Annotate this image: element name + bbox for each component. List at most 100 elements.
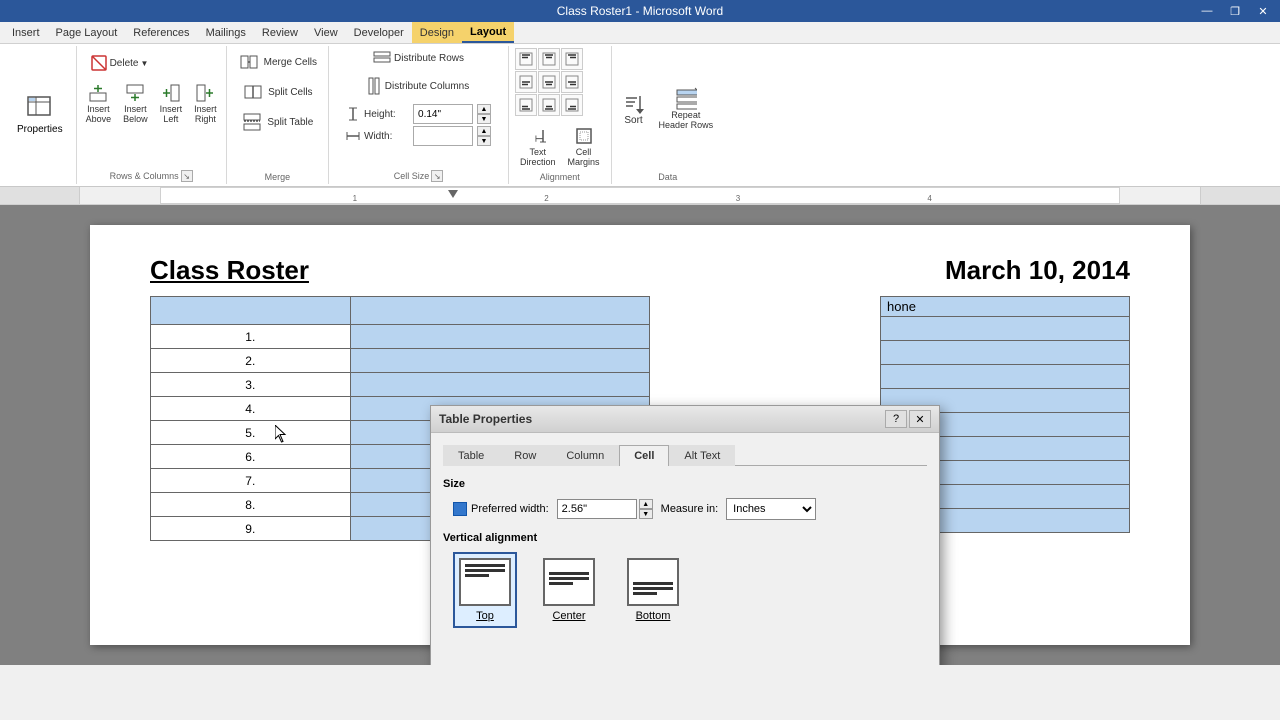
repeat-header-button[interactable]: RepeatHeader Rows — [654, 85, 719, 133]
menu-bar: Insert Page Layout References Mailings R… — [0, 22, 1280, 44]
distribute-rows-button[interactable]: Distribute Rows — [368, 48, 469, 68]
tab-alt-text[interactable]: Alt Text — [669, 445, 735, 466]
height-spinner: ▲ ▼ — [477, 104, 491, 124]
insert-above-button[interactable]: InsertAbove — [81, 79, 117, 127]
insert-right-button[interactable]: InsertRight — [189, 79, 222, 127]
alignment-grid — [515, 48, 583, 116]
preferred-width-spin-up[interactable]: ▲ — [639, 499, 653, 509]
insert-below-button[interactable]: InsertBelow — [118, 79, 153, 127]
align-top-option[interactable]: Top — [453, 552, 517, 628]
align-middle-right[interactable] — [561, 71, 583, 93]
ruler-mark-2: 2 — [544, 194, 548, 203]
cell-margins-button[interactable]: CellMargins — [563, 122, 605, 170]
minimize-button[interactable]: — — [1194, 2, 1220, 20]
height-row: Height: ▲ ▼ — [346, 104, 491, 124]
align-top-box — [459, 558, 511, 606]
group-properties-items: Properties — [10, 48, 70, 180]
cell-size-group-label: Cell Size ↘ — [394, 170, 444, 182]
dialog-tabs: Table Row Column Cell Alt Text — [443, 445, 927, 466]
menu-design[interactable]: Design — [412, 22, 462, 43]
tab-row[interactable]: Row — [499, 445, 551, 466]
align-top-center[interactable] — [538, 48, 560, 70]
align-middle-center[interactable] — [538, 71, 560, 93]
ribbon-group-data: Sort RepeatHeader Rows Data — [612, 46, 725, 184]
align-bottom-right[interactable] — [561, 94, 583, 116]
delete-button[interactable]: Delete ▼ — [81, 48, 156, 78]
height-spin-up[interactable]: ▲ — [477, 104, 491, 114]
align-center-lines — [549, 572, 589, 587]
size-section: Size Preferred width: ▲ ▼ — [443, 478, 927, 520]
measure-in-label: Measure in: — [661, 503, 718, 515]
height-spin-down[interactable]: ▼ — [477, 114, 491, 124]
preferred-width-row: Preferred width: ▲ ▼ Measure in: Inches — [443, 498, 927, 520]
repeat-header-label: RepeatHeader Rows — [659, 110, 714, 130]
width-spin-up[interactable]: ▲ — [477, 126, 491, 136]
width-input[interactable] — [413, 126, 473, 146]
distribute-rows-label: Distribute Rows — [394, 53, 464, 64]
cell-size-expand[interactable]: ↘ — [431, 170, 443, 182]
menu-references[interactable]: References — [125, 22, 197, 43]
align-middle-left[interactable] — [515, 71, 537, 93]
ruler: 1 2 3 4 — [0, 187, 1280, 205]
dialog-close-button[interactable]: ✕ — [909, 410, 931, 428]
ruler-mark-4: 4 — [927, 194, 931, 203]
properties-icon — [26, 93, 54, 124]
align-top-left[interactable] — [515, 48, 537, 70]
dialog-title: Table Properties — [439, 412, 532, 426]
merge-cells-icon — [238, 51, 260, 73]
align-bottom-lines — [633, 582, 673, 597]
split-cells-button[interactable]: Split Cells — [237, 78, 317, 106]
restore-button[interactable]: ❐ — [1222, 2, 1248, 20]
dialog-help-button[interactable]: ? — [885, 410, 907, 428]
split-table-icon — [241, 111, 263, 133]
dialog-spacer — [443, 636, 927, 665]
align-top-right[interactable] — [561, 48, 583, 70]
ribbon: Properties Delete ▼ — [0, 44, 1280, 187]
menu-insert[interactable]: Insert — [4, 22, 48, 43]
split-cells-label: Split Cells — [268, 87, 312, 98]
preferred-width-input[interactable] — [557, 499, 637, 519]
menu-developer[interactable]: Developer — [346, 22, 412, 43]
rows-cols-expand[interactable]: ↘ — [181, 170, 193, 182]
ruler-tab[interactable] — [448, 190, 458, 198]
text-direction-button[interactable]: T TextDirection — [515, 122, 561, 170]
align-center-box — [543, 558, 595, 606]
ribbon-group-cell-size: Distribute Rows Distribute Columns Heigh… — [329, 46, 509, 184]
insert-above-icon — [87, 82, 109, 104]
width-spin-down[interactable]: ▼ — [477, 136, 491, 146]
menu-mailings[interactable]: Mailings — [198, 22, 254, 43]
delete-dropdown-arrow[interactable]: ▼ — [140, 59, 148, 68]
distribute-cols-icon — [368, 77, 382, 95]
properties-label: Properties — [17, 124, 63, 135]
align-center-option[interactable]: Center — [537, 552, 601, 628]
menu-layout[interactable]: Layout — [462, 22, 514, 43]
properties-button[interactable]: Properties — [10, 88, 70, 140]
window-close-button[interactable]: ✕ — [1250, 2, 1276, 20]
preferred-width-checkbox[interactable] — [453, 502, 467, 516]
tab-column[interactable]: Column — [551, 445, 619, 466]
vertical-alignment-title: Vertical alignment — [443, 532, 927, 544]
align-bottom-left[interactable] — [515, 94, 537, 116]
split-table-button[interactable]: Split Table — [236, 108, 318, 136]
measure-in-select[interactable]: Inches Percent — [726, 498, 816, 520]
align-bottom-option[interactable]: Bottom — [621, 552, 685, 628]
preferred-width-spin-down[interactable]: ▼ — [639, 509, 653, 519]
preferred-width-spinner: ▲ ▼ — [639, 499, 653, 519]
height-input[interactable] — [413, 104, 473, 124]
align-bottom-center[interactable] — [538, 94, 560, 116]
tab-cell[interactable]: Cell — [619, 445, 669, 466]
width-icon — [346, 129, 360, 143]
rows-cols-group-label: Rows & Columns ↘ — [110, 170, 193, 182]
menu-view[interactable]: View — [306, 22, 346, 43]
distribute-cols-button[interactable]: Distribute Columns — [363, 74, 474, 98]
sort-button[interactable]: Sort — [618, 90, 650, 129]
insert-left-button[interactable]: InsertLeft — [155, 79, 188, 127]
merge-cells-button[interactable]: Merge Cells — [233, 48, 322, 76]
tab-table[interactable]: Table — [443, 445, 499, 466]
distribute-cols-label: Distribute Columns — [385, 81, 469, 92]
insert-right-icon — [194, 82, 216, 104]
split-table-label: Split Table — [267, 117, 313, 128]
menu-page-layout[interactable]: Page Layout — [48, 22, 126, 43]
preferred-width-label: Preferred width: — [471, 503, 549, 515]
menu-review[interactable]: Review — [254, 22, 306, 43]
